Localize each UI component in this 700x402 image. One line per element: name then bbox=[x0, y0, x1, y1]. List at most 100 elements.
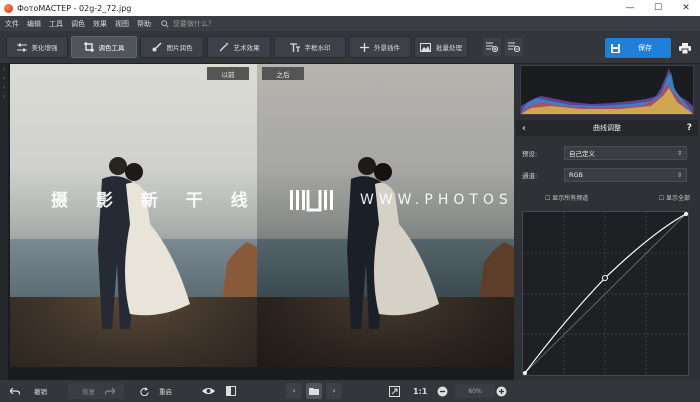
reset-icon bbox=[140, 386, 149, 396]
chevron-right-icon: › bbox=[2, 93, 6, 100]
search-placeholder: 您要做什么？ bbox=[173, 19, 215, 28]
app-icon bbox=[4, 3, 13, 13]
maximize-button[interactable]: ☐ bbox=[644, 0, 672, 16]
preset-value: 自己定义 bbox=[569, 150, 595, 158]
bottom-bar: 撤销 恢复 重启 ‹ › 1:1 60% bbox=[0, 380, 700, 402]
next-image-button[interactable]: › bbox=[326, 383, 342, 399]
remove-layer-button[interactable] bbox=[505, 38, 523, 56]
list-remove-icon bbox=[508, 42, 520, 52]
before-photo bbox=[10, 64, 257, 367]
tab-label: 字框水印 bbox=[304, 44, 331, 52]
curve-graph bbox=[523, 212, 688, 375]
couple-figure bbox=[98, 157, 190, 329]
cliff-rock bbox=[222, 242, 257, 302]
left-collapse-strip[interactable]: › › › › bbox=[0, 64, 8, 380]
prev-image-button[interactable]: ‹ bbox=[286, 383, 302, 399]
printer-icon bbox=[679, 42, 691, 54]
tab-label: 外景插件 bbox=[374, 44, 400, 52]
minimize-button[interactable]: — bbox=[616, 0, 644, 16]
open-folder-button[interactable] bbox=[306, 383, 322, 399]
show-all-checkbox[interactable]: ☐ 显示全部 bbox=[659, 193, 690, 202]
chevron-left-icon[interactable]: ‹ bbox=[522, 123, 526, 134]
watermark-chinese: 摄 影 新 干 线 bbox=[51, 191, 259, 211]
print-button[interactable] bbox=[676, 39, 694, 57]
zoom-field[interactable]: 60% bbox=[455, 384, 495, 398]
window-controls: — ☐ ✕ bbox=[616, 0, 700, 16]
histogram-graph bbox=[521, 68, 693, 114]
zoom-in-button[interactable] bbox=[496, 383, 507, 399]
batch-icon bbox=[420, 42, 431, 52]
main-toolbar: 美化增强 调色工具 图片润色 艺术效果 字框水印 外景插件 批量处理 bbox=[0, 31, 700, 64]
cliff-rock bbox=[479, 242, 514, 302]
tab-retouch[interactable]: 图片润色 bbox=[140, 36, 204, 58]
undo-icon bbox=[10, 387, 20, 395]
window-title: ФотоМАСТЕР - 02g-2_72.jpg bbox=[17, 3, 132, 13]
search-icon bbox=[161, 19, 169, 28]
close-button[interactable]: ✕ bbox=[672, 0, 700, 16]
brush-icon bbox=[152, 42, 162, 52]
floppy-icon bbox=[611, 43, 620, 53]
undo-button[interactable]: 撤销 bbox=[10, 383, 47, 399]
help-icon[interactable]: ? bbox=[687, 123, 692, 133]
redo-label: 恢复 bbox=[82, 388, 95, 396]
image-canvas[interactable]: 以前 之后 摄 影 新 干 线 WWW.PHOTOSKS.VIP bbox=[8, 64, 514, 380]
menu-edit[interactable]: 编辑 bbox=[27, 19, 41, 29]
preset-row: 预设: 自己定义 ⇕ bbox=[522, 146, 690, 160]
couple-figure bbox=[347, 157, 439, 329]
crop-icon bbox=[83, 42, 94, 52]
reset-button[interactable]: 重启 bbox=[140, 383, 172, 399]
chevron-right-icon: › bbox=[2, 66, 6, 73]
list-add-icon bbox=[486, 42, 498, 52]
compare-icon bbox=[226, 386, 236, 396]
preview-button[interactable] bbox=[202, 383, 215, 399]
curve-editor[interactable] bbox=[522, 211, 689, 376]
chevron-right-icon: › bbox=[2, 75, 6, 82]
after-label: 之后 bbox=[262, 67, 304, 80]
zoom-out-button[interactable] bbox=[437, 383, 448, 399]
tab-plugins[interactable]: 外景插件 bbox=[349, 36, 411, 58]
menu-view[interactable]: 视图 bbox=[115, 19, 129, 29]
actual-size-button[interactable]: 1:1 bbox=[413, 383, 427, 399]
save-button[interactable]: 保存 bbox=[605, 38, 671, 58]
eye-icon bbox=[202, 388, 215, 394]
channel-row: 通道: RGB ⇕ bbox=[522, 168, 690, 182]
menu-search[interactable]: 您要做什么？ bbox=[161, 19, 215, 29]
watermark-logo bbox=[290, 190, 333, 212]
channel-select[interactable]: RGB ⇕ bbox=[564, 168, 687, 182]
check-label: 显示全部 bbox=[665, 195, 690, 202]
chevron-right-icon: › bbox=[2, 84, 6, 91]
tab-enhance[interactable]: 美化增强 bbox=[6, 36, 68, 58]
compare-button[interactable] bbox=[226, 383, 236, 399]
panel-title: 曲线调整 bbox=[593, 124, 621, 132]
tab-text-watermark[interactable]: 字框水印 bbox=[274, 36, 346, 58]
tab-label: 图片润色 bbox=[166, 44, 193, 52]
menu-file[interactable]: 文件 bbox=[5, 19, 19, 29]
redo-button[interactable]: 恢复 bbox=[68, 383, 124, 399]
minus-circle-icon bbox=[437, 386, 448, 396]
preset-select[interactable]: 自己定义 ⇕ bbox=[564, 146, 687, 160]
plus-icon bbox=[360, 42, 369, 52]
histogram bbox=[520, 65, 694, 115]
menu-bar: 文件 编辑 工具 调色 效果 视图 帮助 您要做什么？ bbox=[0, 16, 700, 31]
options-row: ☐ 显示所有频道 ☐ 显示全部 bbox=[545, 193, 690, 202]
preset-label: 预设: bbox=[522, 150, 538, 158]
fit-screen-button[interactable] bbox=[389, 383, 400, 399]
tab-label: 艺术效果 bbox=[233, 44, 260, 52]
tab-color-tools[interactable]: 调色工具 bbox=[71, 36, 137, 58]
menu-color[interactable]: 调色 bbox=[71, 19, 85, 29]
channel-value: RGB bbox=[569, 171, 584, 179]
before-label: 以前 bbox=[207, 67, 249, 80]
save-label: 保存 bbox=[638, 44, 652, 52]
plus-circle-icon bbox=[496, 386, 507, 396]
add-layer-button[interactable] bbox=[483, 38, 501, 56]
show-channels-checkbox[interactable]: ☐ 显示所有频道 bbox=[545, 193, 588, 202]
tab-batch[interactable]: 批量处理 bbox=[414, 36, 468, 58]
reset-label: 重启 bbox=[159, 388, 172, 396]
tab-art-effects[interactable]: 艺术效果 bbox=[207, 36, 271, 58]
menu-help[interactable]: 帮助 bbox=[137, 19, 151, 29]
menu-effects[interactable]: 效果 bbox=[93, 19, 107, 29]
menu-tools[interactable]: 工具 bbox=[49, 19, 63, 29]
chevron-right-icon: › bbox=[332, 387, 336, 395]
check-label: 显示所有频道 bbox=[552, 195, 589, 202]
tab-label: 批量处理 bbox=[436, 44, 462, 52]
